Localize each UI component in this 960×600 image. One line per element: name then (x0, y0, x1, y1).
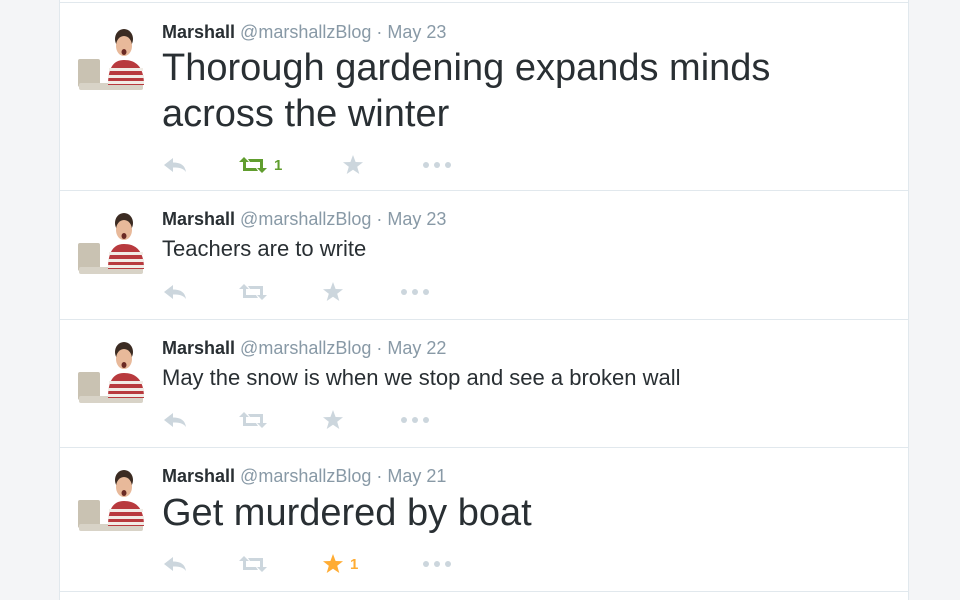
reply-button[interactable] (162, 550, 188, 578)
username[interactable]: @marshallzBlog (240, 209, 371, 229)
tweet-actions: 1 (162, 151, 562, 179)
timestamp[interactable]: May 21 (387, 466, 446, 486)
fullname[interactable]: Marshall (162, 22, 235, 42)
star-icon (323, 410, 343, 429)
reply-button[interactable] (162, 406, 188, 434)
star-icon (323, 282, 343, 301)
retweet-icon (239, 157, 267, 173)
tweet-actions (162, 278, 562, 306)
more-icon (423, 561, 451, 567)
more-button[interactable] (422, 151, 452, 179)
star-icon (323, 554, 343, 573)
more-button[interactable] (400, 278, 430, 306)
star-icon (343, 155, 363, 174)
retweet-icon (239, 556, 267, 572)
avatar[interactable] (78, 27, 148, 97)
retweet-icon (239, 412, 267, 428)
reply-icon (164, 158, 186, 172)
favorite-count: 1 (350, 555, 359, 573)
timestamp[interactable]: May 23 (387, 22, 446, 42)
fullname[interactable]: Marshall (162, 209, 235, 229)
separator: · (376, 338, 383, 358)
fullname[interactable]: Marshall (162, 338, 235, 358)
tweet-header: Marshall @marshallzBlog · May 23 (162, 21, 446, 43)
more-icon (401, 417, 429, 423)
tweet-text: Get murdered by boat (162, 492, 532, 534)
more-button[interactable] (422, 550, 452, 578)
username[interactable]: @marshallzBlog (240, 22, 371, 42)
username[interactable]: @marshallzBlog (240, 338, 371, 358)
reply-icon (164, 557, 186, 571)
retweet-button[interactable] (238, 550, 268, 578)
favorite-button[interactable] (322, 278, 344, 306)
avatar[interactable] (78, 340, 148, 410)
avatar[interactable] (78, 211, 148, 281)
favorite-button[interactable] (342, 151, 364, 179)
tweet[interactable]: Marshall @marshallzBlog · May 23 Thoroug… (60, 2, 908, 191)
tweet[interactable]: Marshall @marshallzBlog · May 23 Teacher… (60, 191, 908, 320)
reply-button[interactable] (162, 278, 188, 306)
tweet-actions (162, 406, 562, 434)
tweet-header: Marshall @marshallzBlog · May 22 (162, 337, 446, 359)
username[interactable]: @marshallzBlog (240, 466, 371, 486)
tweet-text: Teachers are to write (162, 236, 367, 261)
separator: · (376, 466, 383, 486)
separator: · (376, 22, 383, 42)
fullname[interactable]: Marshall (162, 466, 235, 486)
reply-icon (164, 285, 186, 299)
tweet-actions: 1 (162, 550, 562, 578)
timestamp[interactable]: May 23 (387, 209, 446, 229)
tweet-text: Thorough gardening expands minds across … (162, 47, 771, 135)
separator: · (376, 209, 383, 229)
tweet-header: Marshall @marshallzBlog · May 21 (162, 465, 446, 487)
retweet-count: 1 (274, 156, 283, 174)
retweet-icon (239, 284, 267, 300)
reply-button[interactable] (162, 151, 188, 179)
favorite-button[interactable] (322, 406, 344, 434)
tweet[interactable]: Marshall @marshallzBlog · May 21 Get mur… (60, 448, 908, 592)
timestamp[interactable]: May 22 (387, 338, 446, 358)
retweet-button[interactable] (238, 278, 268, 306)
retweet-button[interactable] (238, 406, 268, 434)
favorite-button[interactable]: 1 (322, 550, 358, 578)
avatar[interactable] (78, 468, 148, 538)
reply-icon (164, 413, 186, 427)
tweet[interactable]: Marshall @marshallzBlog · May 22 May the… (60, 320, 908, 448)
more-button[interactable] (400, 406, 430, 434)
tweet-header: Marshall @marshallzBlog · May 23 (162, 208, 446, 230)
tweet-text: May the snow is when we stop and see a b… (162, 365, 681, 390)
retweet-button[interactable]: 1 (238, 151, 282, 179)
timeline: Marshall @marshallzBlog · May 23 Thoroug… (59, 0, 909, 600)
more-icon (401, 289, 429, 295)
more-icon (423, 162, 451, 168)
